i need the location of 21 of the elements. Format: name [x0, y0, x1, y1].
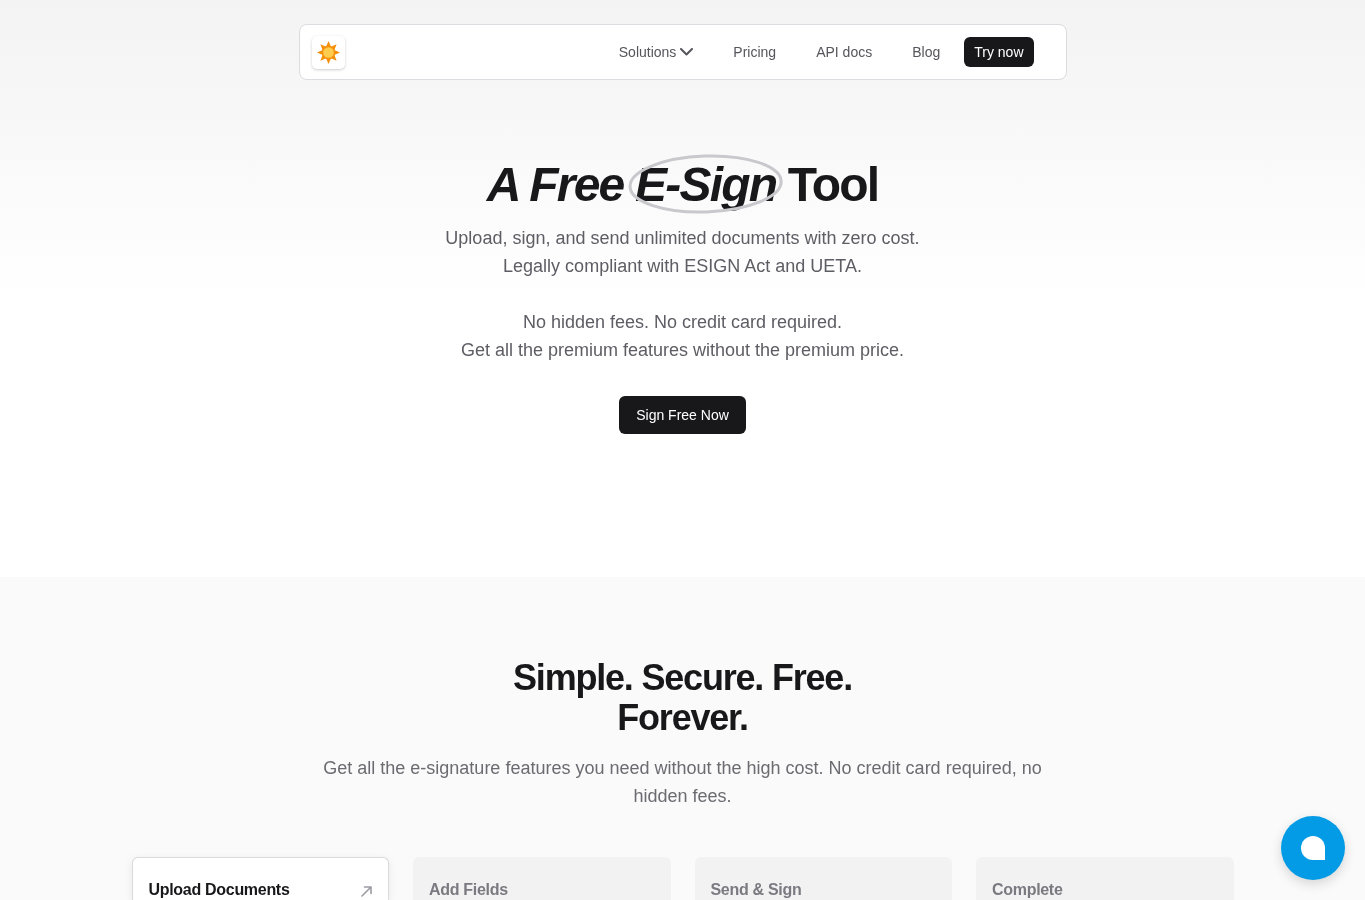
hero-description: Legally compliant with ESIGN Act and UETA.: [503, 255, 862, 278]
section-heading: Simple. Secure. Free. Forever.: [512, 658, 853, 738]
nav-link[interactable]: Pricing: [733, 42, 777, 62]
hero-description: Upload, sign, and send unlimited documents with zero cost.: [445, 227, 920, 250]
hero-title: A Free E-Sign Tool: [486, 157, 879, 213]
hero-description: No hidden fees. No credit card required.: [522, 311, 843, 334]
step-tab[interactable]: Complete: [976, 857, 1234, 900]
chevron-down-icon: [680, 48, 694, 56]
nav-link[interactable]: API docs: [816, 42, 873, 62]
step-tab[interactable]: Send & Sign: [694, 857, 952, 900]
step-tab[interactable]: Upload Documents: [131, 857, 389, 900]
try-now-button[interactable]: Try now: [964, 37, 1034, 67]
nav-link[interactable]: Blog: [912, 42, 941, 62]
arrow-up-right-icon: [361, 886, 372, 897]
sun-icon[interactable]: [311, 35, 345, 69]
chat-bubble-icon: [1301, 836, 1325, 860]
hero-description: Get all the premium features without the premium price.: [460, 339, 905, 362]
sign-free-now-button[interactable]: Sign Free Now: [619, 396, 746, 434]
step-tab[interactable]: Add Fields: [413, 857, 671, 900]
dropdown-menu-button[interactable]: Solutions: [618, 42, 694, 62]
section-description: Get all the e-signature features you need without the high cost. No credit card required, no hidden fees.: [322, 757, 1043, 808]
